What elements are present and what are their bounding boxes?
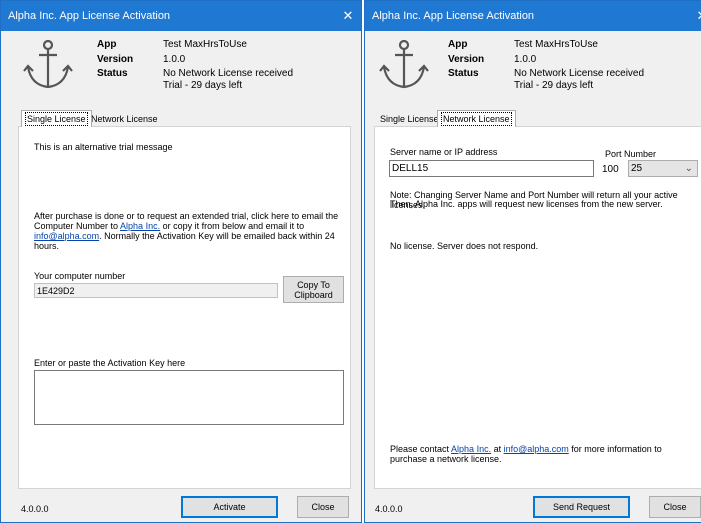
status-line-2: Trial - 29 days left bbox=[163, 80, 243, 91]
port-select-value: 25 bbox=[631, 163, 643, 174]
tab-single-license[interactable]: Single License bbox=[377, 112, 442, 126]
chevron-down-icon: ⌄ bbox=[684, 163, 693, 174]
anchor-icon bbox=[23, 39, 73, 89]
contact-line-2: purchase a network license. bbox=[390, 454, 502, 464]
email-link[interactable]: info@alpha.com bbox=[34, 231, 99, 241]
tab-network-license[interactable]: Network License bbox=[437, 110, 516, 127]
window-title: Alpha Inc. App License Activation bbox=[8, 10, 171, 22]
server-input[interactable]: DELL15 bbox=[389, 160, 594, 177]
instructions-line-4: hours. bbox=[34, 241, 60, 251]
copy-to-clipboard-button[interactable]: Copy To Clipboard bbox=[283, 276, 344, 303]
status-line-1: No Network License received bbox=[514, 68, 645, 79]
alpha-inc-link[interactable]: Alpha Inc. bbox=[451, 444, 491, 454]
instructions-text: or copy it from below and email it to bbox=[160, 221, 305, 231]
license-window-network: Alpha Inc. App License Activation ✕ App … bbox=[364, 0, 701, 523]
version-value: 1.0.0 bbox=[163, 54, 186, 65]
instructions-line-2: Computer Number to Alpha Inc. or copy it… bbox=[34, 221, 304, 231]
send-request-button[interactable]: Send Request bbox=[533, 496, 630, 518]
version-value: 1.0.0 bbox=[514, 54, 537, 65]
port-label: Port Number bbox=[605, 149, 657, 159]
window-title: Alpha Inc. App License Activation bbox=[372, 10, 535, 22]
network-license-panel bbox=[374, 126, 701, 489]
port-select[interactable]: 25 ⌄ bbox=[628, 160, 698, 177]
title-bar: Alpha Inc. App License Activation ✕ bbox=[1, 1, 361, 31]
close-button[interactable]: Close bbox=[649, 496, 701, 518]
server-status-message: No license. Server does not respond. bbox=[390, 241, 539, 251]
anchor-icon bbox=[379, 39, 429, 89]
version-label: Version bbox=[97, 54, 134, 65]
status-line-1: No Network License received bbox=[163, 68, 294, 79]
instructions-line-1: After purchase is done or to request an … bbox=[34, 211, 339, 221]
activation-key-input[interactable] bbox=[34, 370, 344, 425]
close-icon[interactable]: ✕ bbox=[695, 1, 701, 31]
single-license-panel bbox=[18, 126, 351, 489]
computer-number-label: Your computer number bbox=[34, 271, 126, 281]
title-bar: Alpha Inc. App License Activation ✕ bbox=[365, 1, 701, 31]
close-icon[interactable]: ✕ bbox=[341, 1, 355, 31]
license-window-single: Alpha Inc. App License Activation ✕ App … bbox=[0, 0, 362, 523]
status-label: Status bbox=[97, 68, 128, 79]
footer-version: 4.0.0.0 bbox=[21, 504, 49, 514]
version-label: Version bbox=[448, 54, 485, 65]
alpha-inc-link[interactable]: Alpha Inc. bbox=[120, 221, 160, 231]
contact-line-1: Please contact Alpha Inc. at info@alpha.… bbox=[390, 444, 662, 454]
tab-network-license[interactable]: Network License bbox=[88, 112, 161, 126]
copy-button-label-2: Clipboard bbox=[294, 290, 333, 300]
instructions-line-3: info@alpha.com. Normally the Activation … bbox=[34, 231, 335, 241]
app-value: Test MaxHrsToUse bbox=[163, 39, 247, 50]
port-value: 100 bbox=[602, 164, 619, 175]
email-link[interactable]: info@alpha.com bbox=[504, 444, 569, 454]
footer-version: 4.0.0.0 bbox=[375, 504, 403, 514]
server-label: Server name or IP address bbox=[390, 147, 498, 157]
app-label: App bbox=[448, 39, 468, 50]
computer-number-field[interactable]: 1E429D2 bbox=[34, 283, 278, 298]
app-value: Test MaxHrsToUse bbox=[514, 39, 598, 50]
trial-message: This is an alternative trial message bbox=[34, 142, 173, 152]
contact-text: at bbox=[491, 444, 504, 454]
contact-text: Please contact bbox=[390, 444, 452, 454]
activate-button[interactable]: Activate bbox=[181, 496, 278, 518]
activation-key-label: Enter or paste the Activation Key here bbox=[34, 358, 186, 368]
contact-text: for more information to bbox=[568, 444, 662, 454]
status-line-2: Trial - 29 days left bbox=[514, 80, 594, 91]
instructions-text: Computer Number to bbox=[34, 221, 121, 231]
status-label: Status bbox=[448, 68, 479, 79]
copy-button-label-1: Copy To bbox=[297, 280, 330, 290]
close-button[interactable]: Close bbox=[297, 496, 349, 518]
instructions-text: . Normally the Activation Key will be em… bbox=[99, 231, 335, 241]
note-line-2: Then, Alpha Inc. apps will request new l… bbox=[390, 199, 663, 209]
tab-single-license[interactable]: Single License bbox=[21, 110, 92, 127]
app-label: App bbox=[97, 39, 117, 50]
